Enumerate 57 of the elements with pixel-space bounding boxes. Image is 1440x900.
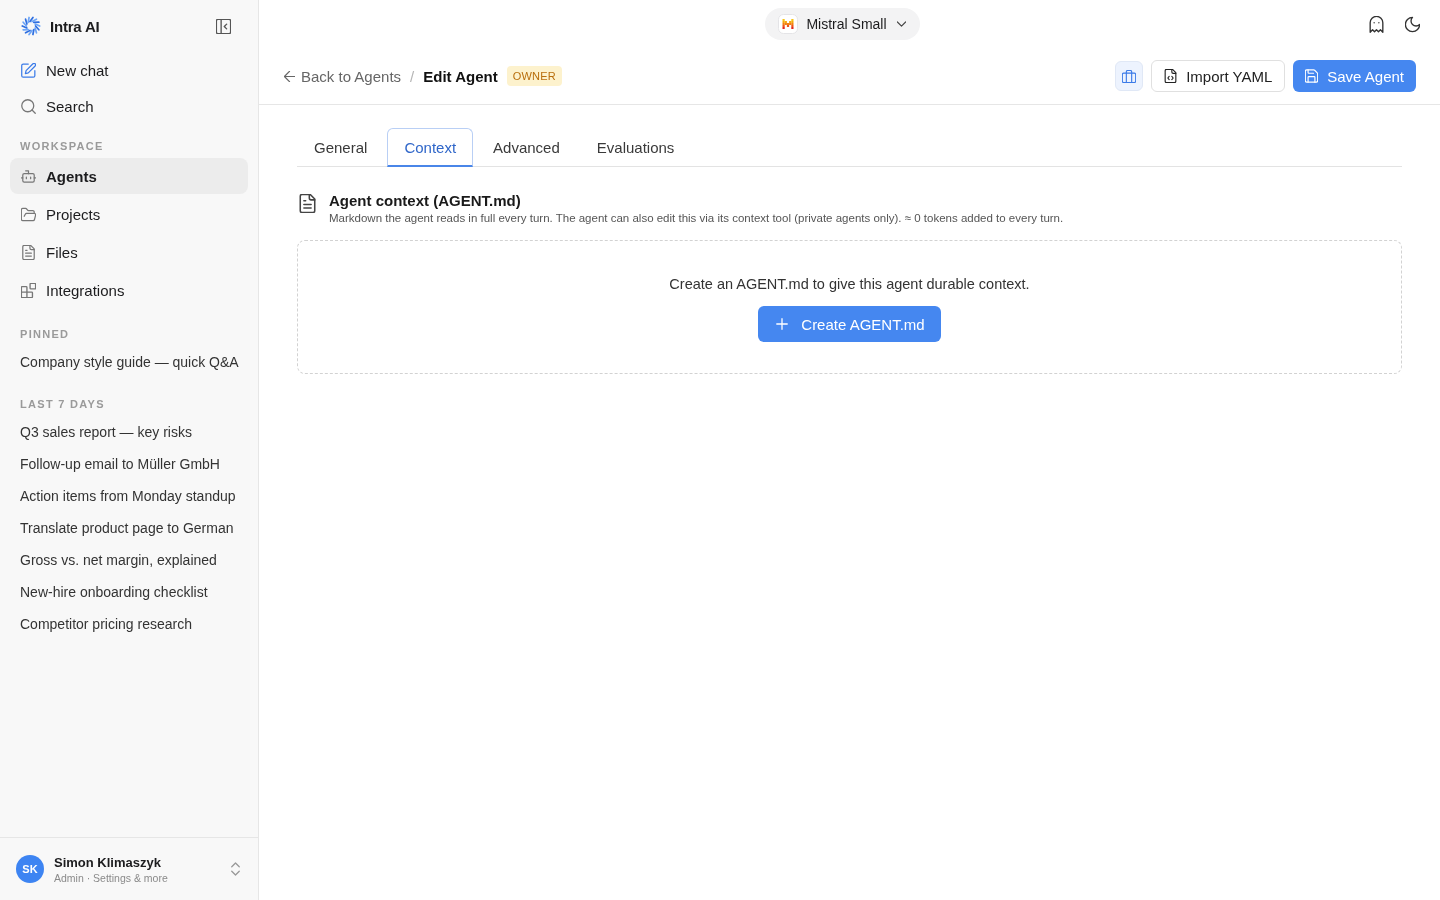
back-link[interactable]: Back to Agents [284,67,402,85]
sunburst-logo-icon [21,16,41,36]
pencil-square-icon [21,62,36,78]
import-yaml-button[interactable]: Import YAML [1151,60,1286,92]
empty-state-message: Create an AGENT.md to give this agent durable context. [669,275,1030,294]
arrow-left-icon [284,70,295,82]
save-agent-button[interactable]: Save Agent [1293,60,1416,92]
panel-collapse-icon [215,18,231,34]
briefcase-icon [1122,69,1137,83]
role-badge: OWNER [506,66,562,86]
chevrons-up-down-icon [230,862,240,876]
page-title: Edit Agent [423,67,498,85]
chat-history-item[interactable]: Follow-up email to Müller GmbH [10,448,248,480]
document-icon [299,194,316,213]
section-title: Agent context (AGENT.md) [329,192,522,209]
file-code-icon [1164,69,1178,83]
tab[interactable]: Advanced [476,128,577,167]
save-icon [1305,69,1319,83]
blocks-icon [21,282,36,298]
section-heading: PINNED [19,327,71,342]
robot-icon [21,168,36,184]
file-icon [21,244,36,260]
new-chat-button[interactable]: New chat [10,52,248,88]
search-icon [21,98,36,114]
breadcrumb-separator: / [410,67,415,85]
chat-history-item[interactable]: New-hire onboarding checklist [10,576,248,608]
create-agent-md-button[interactable]: Create AGENT.md [758,306,941,342]
nav-item[interactable]: Agents [10,158,248,194]
section-heading: LAST 7 DAYS [19,397,106,412]
tab[interactable]: Evaluations [579,128,692,167]
section-heading: WORKSPACE [19,139,105,154]
chat-history-item[interactable]: Company style guide — quick Q&A [10,346,248,378]
chat-history-item[interactable]: Translate product page to German [10,512,248,544]
moon-icon [1404,15,1420,33]
folder-icon [21,206,36,222]
nav-item[interactable]: Files [10,234,248,270]
chat-history-item[interactable]: Action items from Monday standup [10,480,248,512]
user-name: Simon Klimaszyk [54,854,162,870]
search-button[interactable]: Search [10,88,248,124]
model-selector[interactable]: Mistral Small [765,8,920,40]
nav-item[interactable]: Projects [10,196,248,232]
tab[interactable]: General [297,128,385,167]
chat-history-item[interactable]: Competitor pricing research [10,608,248,640]
nav-item[interactable]: Integrations [10,272,248,308]
chevron-down-icon [896,21,906,27]
chat-history-item[interactable]: Gross vs. net margin, explained [10,544,248,576]
chat-history-item[interactable]: Q3 sales report — key risks [10,416,248,448]
brand-name: Intra AI [50,17,101,35]
briefcase-toggle-button[interactable] [1115,61,1144,91]
plus-icon [776,318,789,330]
ghost-icon [1368,15,1384,33]
collapse-sidebar-button[interactable] [214,17,232,35]
section-description: Markdown the agent reads in full every turn. The agent can also edit this via its context tool (private agents only). ≈ 0 tokens added to every turn. [329,212,1064,224]
user-subtitle: Admin · Settings & more [54,871,169,884]
user-avatar: SK [16,855,44,883]
pixel-logo-icon [778,14,799,34]
tab[interactable]: Context [387,128,474,167]
